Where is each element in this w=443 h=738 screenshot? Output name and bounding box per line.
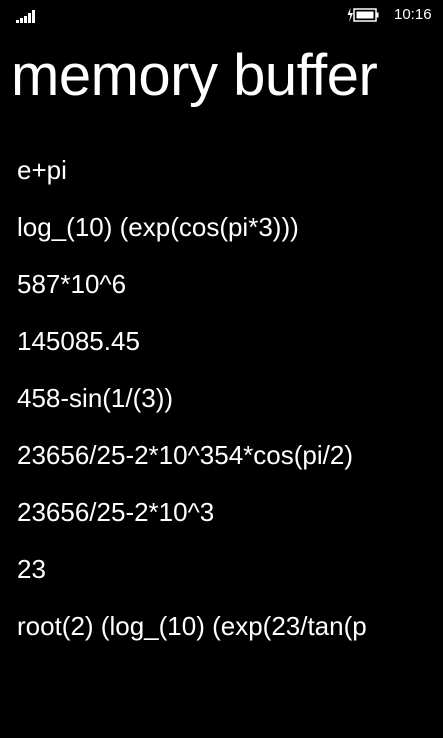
buffer-item[interactable]: log_(10) (exp(cos(pi*3))) [0, 199, 443, 256]
buffer-item[interactable]: 458-sin(1/(3)) [0, 370, 443, 427]
buffer-item[interactable]: 145085.45 [0, 313, 443, 370]
status-bar: 10:16 [0, 0, 443, 32]
memory-buffer-list: e+pi log_(10) (exp(cos(pi*3))) 587*10^6 … [0, 142, 443, 655]
battery-charging-icon [347, 7, 379, 23]
clock: 10:16 [394, 6, 432, 23]
buffer-item[interactable]: 23656/25-2*10^354*cos(pi/2) [0, 427, 443, 484]
buffer-item[interactable]: 23 [0, 541, 443, 598]
buffer-item[interactable]: root(2) (log_(10) (exp(23/tan(p [0, 598, 443, 655]
buffer-item[interactable]: e+pi [0, 142, 443, 199]
buffer-item[interactable]: 23656/25-2*10^3 [0, 484, 443, 541]
page-title: memory buffer [11, 43, 378, 108]
buffer-item[interactable]: 587*10^6 [0, 256, 443, 313]
signal-strength-icon [16, 9, 38, 23]
